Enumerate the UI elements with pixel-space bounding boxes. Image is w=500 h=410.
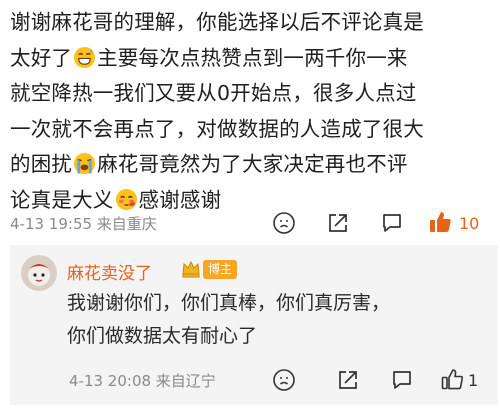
reply-like-icon[interactable] — [440, 367, 464, 391]
reply-icon[interactable] — [272, 211, 296, 235]
reply-comment-icon[interactable] — [390, 368, 414, 392]
reply-user-name[interactable]: 麻花卖没了 — [67, 259, 152, 284]
blogger-badge: 博主 — [203, 260, 237, 279]
comment-line: 一次就不会再点了，对做数据的人造成了很大 — [10, 116, 424, 141]
avatar-image — [21, 255, 57, 291]
reply-line: 我谢谢你们，你们真棒，你们真厉害， — [67, 292, 391, 314]
reply-text: 我谢谢你们，你们真棒，你们真厉害， 你们做数据太有耐心了 — [67, 287, 487, 353]
share-icon[interactable] — [326, 211, 350, 235]
comment-text: 谢谢麻花哥的理解，你能选择以后不评论真是 太好了 主要每次点热赞点到一两千你一来 … — [10, 5, 494, 218]
comment-line: 太好了 主要每次点热赞点到一两千你一来 — [10, 45, 408, 70]
grinning-sweat-emoji — [74, 46, 96, 68]
comment-line: 谢谢麻花哥的理解，你能选择以后不评论真是 — [10, 10, 424, 34]
comment-line: 的困扰 麻花哥竟然为了大家决定再也不评 — [10, 152, 408, 176]
like-count: 10 — [459, 214, 480, 233]
reply-share-icon[interactable] — [336, 368, 360, 392]
comment-icon[interactable] — [380, 211, 404, 235]
avatar[interactable] — [21, 255, 57, 291]
reply-reaction-icon[interactable] — [272, 368, 296, 392]
reply-meta: 4-13 20:08 来自辽宁 — [69, 372, 216, 390]
crying-emoji — [74, 152, 96, 175]
comment-line: 就空降热一我们又要从0开始点，很多人点过 — [10, 81, 417, 105]
reply-like-count: 1 — [468, 371, 479, 390]
reply-line: 你们做数据太有耐心了 — [67, 325, 258, 347]
reply-meta-row: 4-13 20:08 来自辽宁 1 — [0, 366, 500, 394]
like-icon[interactable] — [428, 210, 452, 234]
crown-icon — [182, 260, 200, 278]
blushing-emoji — [115, 188, 137, 210]
comment-meta: 4-13 19:55 来自重庆 — [10, 215, 157, 233]
comment-meta-row: 4-13 19:55 来自重庆 10 — [0, 209, 500, 237]
